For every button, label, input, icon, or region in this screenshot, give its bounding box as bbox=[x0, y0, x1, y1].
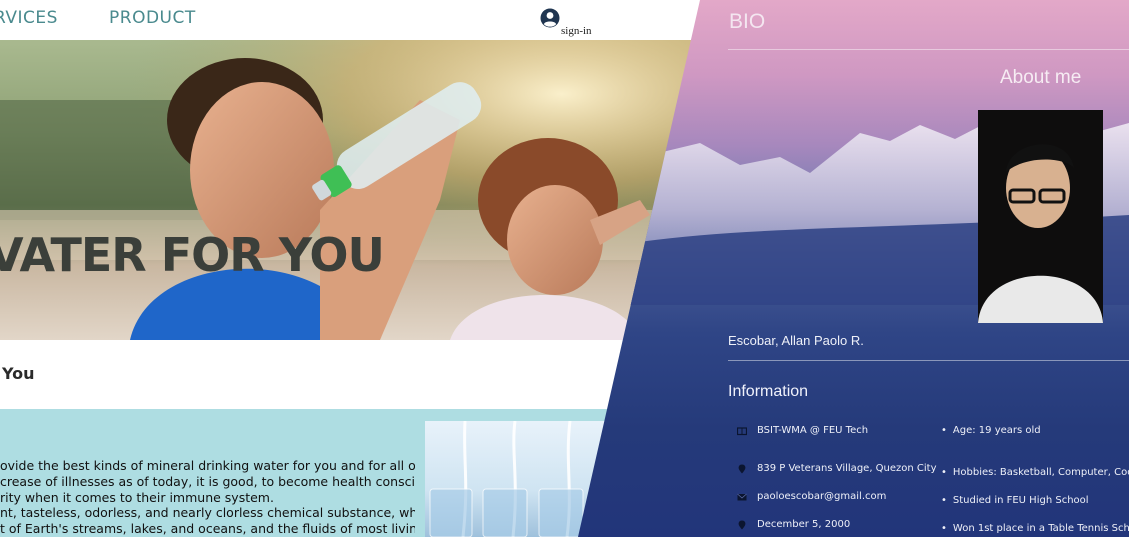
nav-services-link[interactable]: RVICES bbox=[0, 8, 58, 28]
about-me-heading: About me bbox=[1000, 67, 1082, 88]
profile-name: Escobar, Allan Paolo R. bbox=[728, 333, 864, 348]
intro-paragraph: ovide the best kinds of mineral drinking… bbox=[0, 458, 415, 537]
info-address: 839 P Veterans Village, Quezon City bbox=[737, 463, 937, 474]
info-email: paoloescobar@gmail.com bbox=[737, 491, 886, 502]
info-course-text: BSIT-WMA @ FEU Tech bbox=[757, 425, 869, 436]
info-school: Studied in FEU High School bbox=[941, 495, 1089, 506]
map-pin-icon bbox=[737, 464, 747, 474]
divider bbox=[728, 49, 1129, 50]
user-circle-icon bbox=[540, 8, 560, 33]
info-address-text: 839 P Veterans Village, Quezon City bbox=[757, 463, 937, 474]
profile-photo bbox=[978, 110, 1103, 323]
info-birthday: December 5, 2000 bbox=[737, 519, 850, 530]
info-award: Won 1st place in a Table Tennis Schoo bbox=[941, 523, 1129, 534]
envelope-icon bbox=[737, 492, 747, 502]
info-email-text[interactable]: paoloescobar@gmail.com bbox=[757, 491, 886, 502]
hero-headline: VATER FOR YOU bbox=[0, 228, 385, 282]
info-birthday-text: December 5, 2000 bbox=[757, 519, 851, 530]
info-course: BSIT-WMA @ FEU Tech bbox=[737, 425, 868, 436]
paragraph-line: t of Earth's streams, lakes, and oceans,… bbox=[0, 521, 415, 537]
divider bbox=[728, 360, 1129, 361]
bio-title: BIO bbox=[729, 10, 766, 33]
water-glasses-photo bbox=[425, 421, 605, 537]
signin-button[interactable]: sign-in bbox=[540, 8, 592, 37]
paragraph-line: crease of illnesses as of today, it is g… bbox=[0, 473, 415, 489]
information-heading: Information bbox=[728, 383, 809, 400]
section-subheading: You bbox=[2, 364, 35, 383]
info-age: Age: 19 years old bbox=[941, 425, 1041, 436]
paragraph-line: nt, tasteless, odorless, and nearly clor… bbox=[0, 505, 415, 521]
book-icon bbox=[737, 426, 747, 436]
paragraph-line: ovide the best kinds of mineral drinking… bbox=[0, 458, 415, 473]
hero-banner: VATER FOR YOU bbox=[0, 40, 720, 340]
top-navigation: RVICES PRODUCT sign-in bbox=[0, 0, 720, 40]
nav-product-link[interactable]: PRODUCT bbox=[109, 8, 196, 28]
signin-label: sign-in bbox=[561, 25, 592, 37]
info-hobbies: Hobbies: Basketball, Computer, Codin bbox=[941, 467, 1129, 478]
paragraph-line: rity when it comes to their immune syste… bbox=[0, 489, 274, 505]
hero-photo bbox=[0, 40, 720, 340]
map-pin-icon bbox=[737, 520, 747, 530]
